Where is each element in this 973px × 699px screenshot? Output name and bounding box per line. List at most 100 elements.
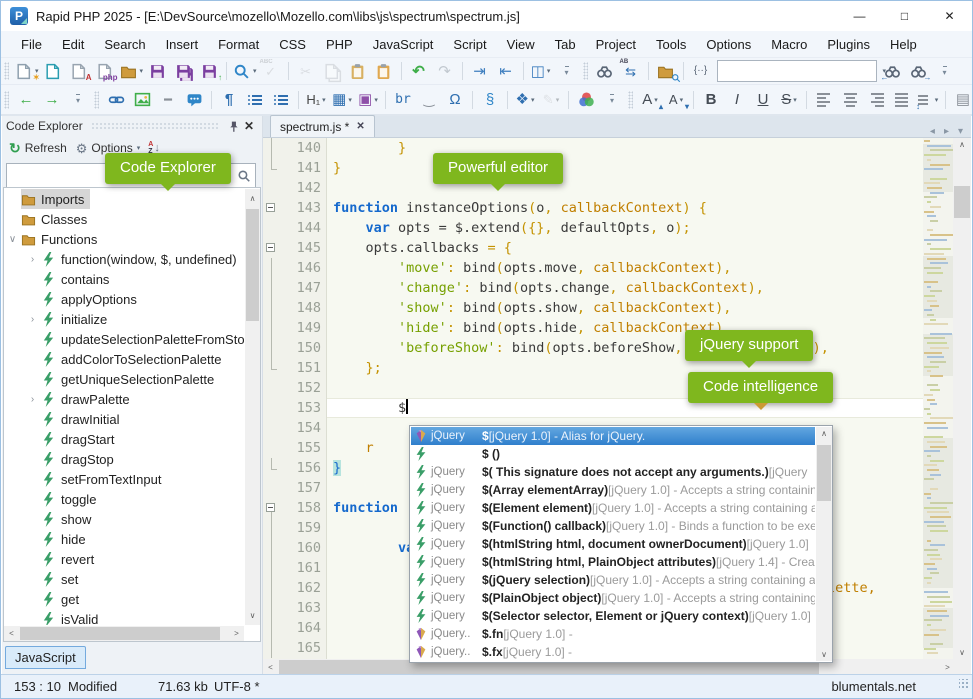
tab-close-icon[interactable]: ✕ <box>356 121 364 132</box>
scroll-left-icon[interactable]: < <box>4 626 19 641</box>
replace-dialog-icon[interactable]: ⇆AB <box>618 59 644 83</box>
fold-gutter[interactable] <box>263 438 282 458</box>
clipboard-icon[interactable] <box>371 59 397 83</box>
insert-link-icon[interactable] <box>103 88 129 112</box>
menu-tab[interactable]: Tab <box>545 33 586 56</box>
insert-script-icon[interactable]: § <box>477 88 503 112</box>
fold-gutter[interactable] <box>263 318 282 338</box>
insert-br-icon[interactable]: br <box>390 88 416 112</box>
tree-folder-imports[interactable]: Imports <box>4 189 244 209</box>
tree-folder-functions[interactable]: ∨Functions <box>4 229 244 249</box>
fold-gutter[interactable] <box>263 378 282 398</box>
minimap[interactable] <box>923 138 953 659</box>
menu-search[interactable]: Search <box>94 33 155 56</box>
fold-gutter[interactable] <box>263 158 282 178</box>
fold-gutter[interactable] <box>263 398 282 418</box>
scrollbar-thumb[interactable] <box>20 627 220 640</box>
insert-ordered-list-icon[interactable] <box>268 88 294 112</box>
completion-item[interactable]: jQuery$(jQuery selection) [jQuery 1.0] -… <box>411 571 815 589</box>
italic-icon[interactable]: I <box>724 88 750 112</box>
code-text[interactable]: opts.callbacks = { <box>327 238 923 258</box>
fold-gutter[interactable] <box>263 138 282 158</box>
panel-drag-handle[interactable] <box>91 122 219 130</box>
code-text[interactable]: var opts = $.extend({}, defaultOpts, o); <box>327 218 923 238</box>
align-center-icon[interactable] <box>837 88 863 112</box>
fold-gutter[interactable] <box>263 198 282 218</box>
scrollbar-thumb[interactable] <box>954 186 970 218</box>
new-document-icon[interactable]: ✶▾ <box>13 59 40 83</box>
tab-scroll-left-icon[interactable]: ◂ <box>930 126 935 137</box>
fold-gutter[interactable] <box>263 478 282 498</box>
align-justify-icon[interactable] <box>889 88 915 112</box>
scroll-up-icon[interactable]: ∧ <box>953 140 971 149</box>
menu-css[interactable]: CSS <box>269 33 316 56</box>
find-next-icon[interactable]: → <box>906 59 932 83</box>
fold-gutter[interactable] <box>263 498 282 518</box>
completion-item[interactable]: jQuery$(Array elementArray) [jQuery 1.0]… <box>411 481 815 499</box>
fold-gutter[interactable] <box>263 178 282 198</box>
code-text[interactable]: 'move': bind(opts.move, callbackContext)… <box>327 258 923 278</box>
minimize-button[interactable]: — <box>837 1 882 31</box>
insert-image-icon[interactable] <box>129 88 155 112</box>
code-text[interactable]: } <box>327 158 923 178</box>
code-text[interactable]: 'show': bind(opts.show, callbackContext)… <box>327 298 923 318</box>
panel-tab-javascript[interactable]: JavaScript <box>5 646 86 669</box>
menu-script[interactable]: Script <box>443 33 496 56</box>
completion-item[interactable]: jQuery..$.fx [jQuery 1.0] - <box>411 643 815 661</box>
menu-insert[interactable]: Insert <box>156 33 209 56</box>
tree-function-item[interactable]: setFromTextInput <box>4 469 244 489</box>
undo-icon[interactable]: ↶ <box>406 59 432 83</box>
tree-function-item[interactable]: ›initialize <box>4 309 244 329</box>
insert-heading-icon[interactable]: H₁▾ <box>303 88 329 112</box>
menu-plugins[interactable]: Plugins <box>817 33 880 56</box>
completion-item[interactable]: jQuery$(Function() callback) [jQuery 1.0… <box>411 517 815 535</box>
editor-vertical-scrollbar[interactable]: ∧ ∨ <box>953 138 971 659</box>
tree-function-item[interactable]: dragStop <box>4 449 244 469</box>
fold-gutter[interactable] <box>263 558 282 578</box>
toolbar-overflow-icon[interactable]: ▾ <box>932 59 958 83</box>
encoding[interactable]: UTF-8 * <box>214 679 260 694</box>
new-html-document-icon[interactable]: A <box>66 59 92 83</box>
scroll-up-icon[interactable]: ∧ <box>816 429 832 438</box>
tree-vertical-scrollbar[interactable]: ∧ ∨ <box>245 189 260 625</box>
find-previous-icon[interactable]: ← <box>880 59 906 83</box>
code-text[interactable] <box>327 178 923 198</box>
scroll-up-icon[interactable]: ∧ <box>245 191 260 206</box>
scroll-down-icon[interactable]: ∨ <box>245 608 260 623</box>
color-picker-icon[interactable] <box>573 88 599 112</box>
paste-icon[interactable] <box>345 59 371 83</box>
fold-gutter[interactable] <box>263 218 282 238</box>
menu-macro[interactable]: Macro <box>761 33 817 56</box>
open-file-icon[interactable]: ▾ <box>118 59 145 83</box>
tree-folder-classes[interactable]: Classes <box>4 209 244 229</box>
fold-gutter[interactable] <box>263 258 282 278</box>
tree-function-item[interactable]: get <box>4 589 244 609</box>
toolbar-overflow-icon[interactable]: ▾ <box>554 59 580 83</box>
menu-format[interactable]: Format <box>208 33 269 56</box>
menu-edit[interactable]: Edit <box>52 33 94 56</box>
completion-item[interactable]: jQuery..$.fn [jQuery 1.0] - <box>411 625 815 643</box>
find-dialog-icon[interactable] <box>592 59 618 83</box>
tree-function-item[interactable]: drawInitial <box>4 409 244 429</box>
completion-item[interactable]: jQuery$(Element element) [jQuery 1.0] - … <box>411 499 815 517</box>
tree-function-item[interactable]: revert <box>4 549 244 569</box>
tree-function-item[interactable]: contains <box>4 269 244 289</box>
menu-tools[interactable]: Tools <box>646 33 696 56</box>
new-php-document-icon[interactable]: php <box>92 59 118 83</box>
navigate-forward-icon[interactable]: → <box>39 88 65 112</box>
tree-function-item[interactable]: getUniqueSelectionPalette <box>4 369 244 389</box>
tree-function-item[interactable]: isValid <box>4 609 244 625</box>
tab-spectrum-js[interactable]: spectrum.js * ✕ <box>270 115 375 137</box>
line-spacing-icon[interactable]: ↕▾ <box>915 88 941 112</box>
underline-icon[interactable]: U <box>750 88 776 112</box>
copy-icon[interactable] <box>319 59 345 83</box>
menu-options[interactable]: Options <box>696 33 761 56</box>
menu-project[interactable]: Project <box>586 33 646 56</box>
fold-gutter[interactable] <box>263 418 282 438</box>
scroll-right-icon[interactable]: > <box>940 659 955 675</box>
spell-check-icon[interactable]: ✓ABC <box>258 59 284 83</box>
find-in-files-icon[interactable] <box>653 59 679 83</box>
panel-close-icon[interactable]: ✕ <box>240 119 258 133</box>
maximize-button[interactable]: □ <box>882 1 927 31</box>
resize-grip[interactable] <box>959 679 969 689</box>
